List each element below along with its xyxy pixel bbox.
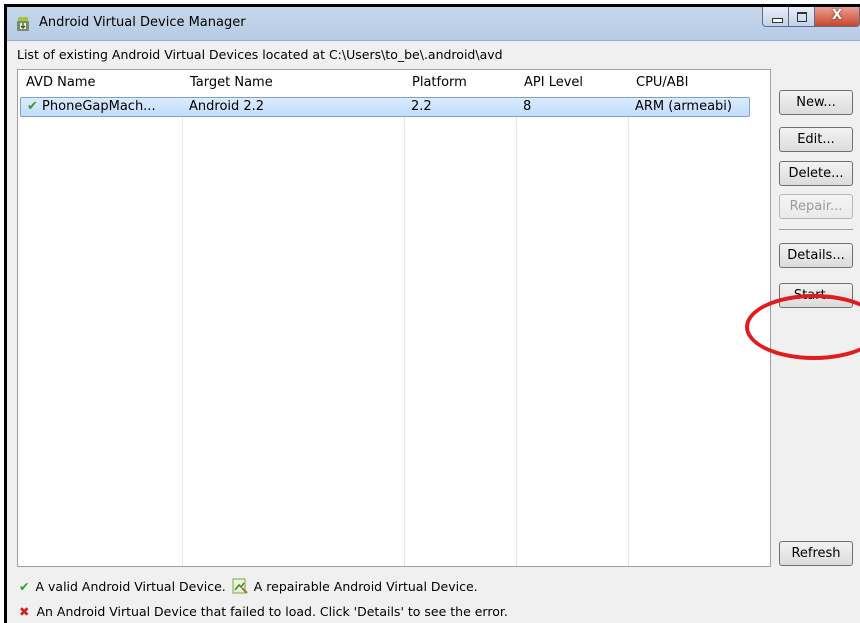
close-icon: X <box>831 8 843 23</box>
legend-valid-repairable: ✔ A valid Android Virtual Device. A repa… <box>19 578 478 594</box>
minimize-icon <box>772 18 783 23</box>
window-title: Android Virtual Device Manager <box>39 15 246 30</box>
valid-check-icon: ✔ <box>19 578 30 594</box>
window-controls: X <box>762 7 860 29</box>
cell-platform: 2.2 <box>411 99 432 114</box>
cell-target-name: Android 2.2 <box>189 99 265 114</box>
cell-cpu-abi: ARM (armeabi) <box>635 99 732 114</box>
refresh-button[interactable]: Refresh <box>779 541 853 566</box>
details-button[interactable]: Details... <box>779 243 853 268</box>
button-separator <box>779 229 853 230</box>
column-header-avd-name[interactable]: AVD Name <box>18 70 182 96</box>
check-icon: ✔ <box>27 99 38 114</box>
minimize-button[interactable] <box>762 7 789 27</box>
avd-location-label: List of existing Android Virtual Devices… <box>17 47 503 62</box>
legend-failed: ✖ An Android Virtual Device that failed … <box>19 604 508 619</box>
repair-button[interactable]: Repair... <box>779 194 853 219</box>
close-button[interactable]: X <box>815 7 860 27</box>
cell-api-level: 8 <box>523 99 532 114</box>
delete-button[interactable]: Delete... <box>779 161 853 186</box>
column-divider <box>182 70 183 566</box>
cell-avd-name: ✔ PhoneGapMach... <box>21 98 183 116</box>
column-header-api-level[interactable]: API Level <box>516 70 628 96</box>
maximize-icon <box>797 12 807 22</box>
legend-failed-text: An Android Virtual Device that failed to… <box>36 604 508 619</box>
column-header-target-name[interactable]: Target Name <box>182 70 404 96</box>
column-header-cpu-abi[interactable]: CPU/ABI <box>628 70 758 96</box>
column-divider <box>628 70 629 566</box>
avd-manager-window: Android Virtual Device Manager X List of… <box>4 4 860 623</box>
column-divider <box>404 70 405 566</box>
new-button[interactable]: New... <box>779 90 853 115</box>
column-header-platform[interactable]: Platform <box>404 70 516 96</box>
column-divider <box>516 70 517 566</box>
table-header: AVD Name Target Name Platform API Level … <box>18 70 770 96</box>
repair-icon <box>232 578 248 594</box>
table-row[interactable]: ✔ PhoneGapMach... Android 2.2 2.2 8 ARM … <box>20 97 750 117</box>
start-button[interactable]: Start... <box>779 283 853 308</box>
avd-name-value: PhoneGapMach... <box>42 99 156 114</box>
title-bar[interactable]: Android Virtual Device Manager X <box>7 7 860 41</box>
legend-repairable-text: A repairable Android Virtual Device. <box>253 578 478 594</box>
maximize-button[interactable] <box>789 7 815 27</box>
edit-button[interactable]: Edit... <box>779 127 853 152</box>
avd-table[interactable]: AVD Name Target Name Platform API Level … <box>17 69 771 567</box>
error-cross-icon: ✖ <box>19 604 30 619</box>
android-sdk-icon <box>17 17 29 31</box>
legend-valid-text: A valid Android Virtual Device. <box>35 578 226 594</box>
